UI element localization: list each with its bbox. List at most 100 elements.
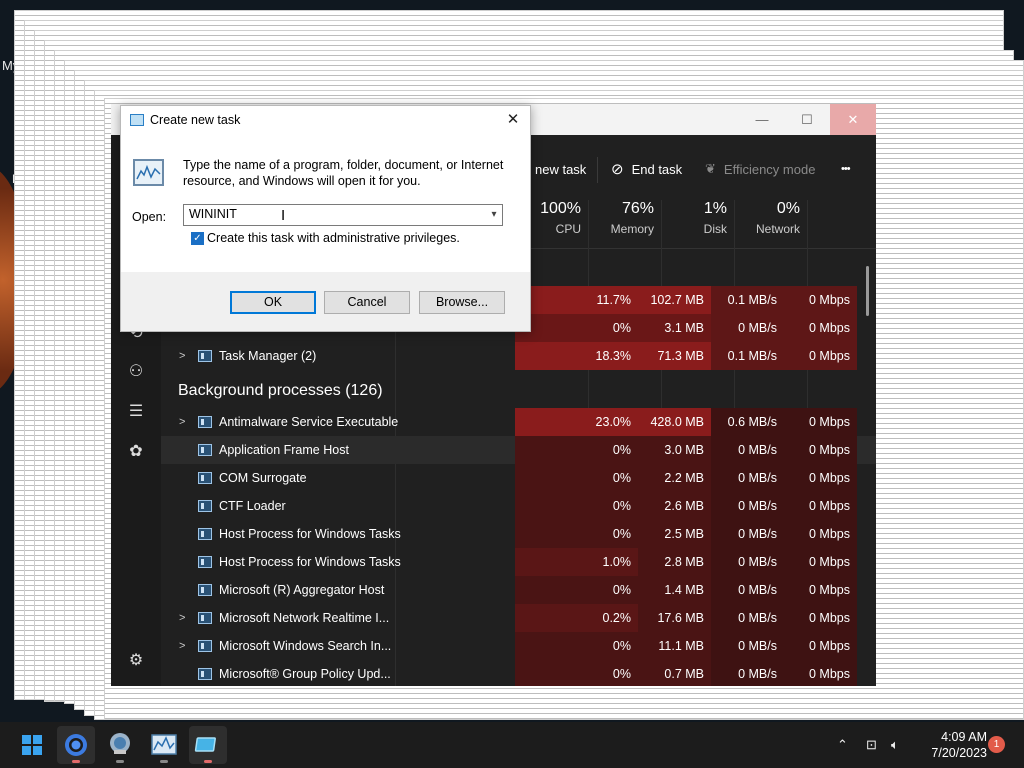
chrome-icon [65, 734, 87, 756]
chrome-taskbar-button[interactable] [57, 726, 95, 764]
process-name: Microsoft® Group Policy Upd... [219, 667, 391, 681]
disk-label: Disk [703, 222, 727, 236]
installer-taskbar-button[interactable] [101, 726, 139, 764]
process-name: Application Frame Host [219, 443, 349, 457]
dialog-titlebar[interactable]: Create new task ✕ [121, 106, 530, 135]
end-task-button[interactable]: ⊘ End task [611, 159, 682, 179]
task-manager-icon [151, 734, 177, 755]
expand-chevron-icon[interactable]: > [179, 632, 185, 660]
disk-percent: 1% [703, 200, 727, 217]
table-row[interactable]: CTF Loader 0% 2.6 MB 0 MB/s 0 Mbps [161, 492, 876, 520]
memory-cell: 71.3 MB [638, 342, 711, 370]
table-row[interactable]: Host Process for Windows Tasks 0% 2.5 MB 0 … [161, 520, 876, 548]
details-icon[interactable]: ☰ [125, 401, 147, 423]
task-manager-taskbar-button[interactable] [145, 726, 183, 764]
disk-cell: 0 MB/s [711, 576, 784, 604]
cpu-cell: 0.2% [515, 604, 638, 632]
memory-cell: 3.0 MB [638, 436, 711, 464]
cpu-cell: 0% [515, 520, 638, 548]
taskbar: ⌃ ⊡ 🔈︎ 4:09 AM 7/20/2023 1 [0, 722, 1024, 768]
network-cell: 0 Mbps [784, 548, 857, 576]
maximize-icon[interactable]: ☐ [784, 104, 830, 135]
process-icon [198, 612, 212, 624]
table-row[interactable]: > Task Manager (2) 18.3% 71.3 MB 0.1 MB/… [161, 342, 876, 370]
graph-icon [136, 164, 161, 180]
task-manager-icon [198, 350, 212, 362]
disk-cell: 0.1 MB/s [711, 342, 784, 370]
column-header-disk[interactable]: 1% Disk [661, 200, 734, 248]
disk-cell: 0 MB/s [711, 548, 784, 576]
cpu-cell: 0% [515, 464, 638, 492]
disk-cell: 0 MB/s [711, 520, 784, 548]
clock[interactable]: 4:09 AM 7/20/2023 [917, 729, 987, 761]
efficiency-mode-button[interactable]: ❦ Efficiency mode [705, 159, 815, 179]
disk-cell: 0 MB/s [711, 492, 784, 520]
network-cell: 0 Mbps [784, 464, 857, 492]
cancel-button[interactable]: Cancel [324, 291, 410, 314]
memory-label: Memory [610, 222, 654, 236]
minimize-icon[interactable]: — [739, 104, 785, 135]
process-name: CTF Loader [219, 499, 286, 513]
admin-checkbox-label[interactable]: Create this task with administrative pri… [207, 231, 460, 245]
network-cell: 0 Mbps [784, 436, 857, 464]
expand-chevron-icon[interactable]: > [179, 604, 185, 632]
process-icon [198, 556, 212, 568]
column-header-memory[interactable]: 76% Memory [588, 200, 661, 248]
dialog-body: Type the name of a program, folder, docu… [121, 135, 530, 272]
table-row[interactable]: COM Surrogate 0% 2.2 MB 0 MB/s 0 Mbps [161, 464, 876, 492]
table-row[interactable]: Microsoft (R) Aggregator Host 0% 1.4 MB 0 M… [161, 576, 876, 604]
expand-chevron-icon[interactable]: > [179, 342, 185, 370]
cpu-cell: 0% [515, 576, 638, 604]
volume-icon[interactable]: 🔈︎ [891, 722, 911, 768]
disk-cell: 0 MB/s [711, 632, 784, 660]
column-header-network[interactable]: 0% Network [734, 200, 807, 248]
installer-icon [110, 733, 130, 754]
browse-button[interactable]: Browse... [419, 291, 505, 314]
process-name: Microsoft Windows Search In... [219, 639, 392, 653]
admin-checkbox[interactable]: ✓ [191, 232, 204, 245]
scrollbar-thumb[interactable] [866, 266, 869, 316]
services-icon[interactable]: ✿ [125, 441, 147, 463]
table-row[interactable]: > Antimalware Service Executable 23.0% 428.… [161, 408, 876, 436]
settings-icon[interactable]: ⚙ [125, 650, 147, 672]
process-name: Microsoft Network Realtime I... [219, 611, 390, 625]
open-label: Open: [132, 210, 167, 224]
memory-cell: 2.6 MB [638, 492, 711, 520]
cpu-cell: 0% [515, 314, 638, 342]
table-row[interactable]: Application Frame Host 0% 3.0 MB 0 MB/s 0 Mb… [161, 436, 876, 464]
run-new-task-button[interactable]: new task [535, 159, 586, 179]
disk-cell: 0 MB/s [711, 436, 784, 464]
notification-badge[interactable]: 1 [988, 736, 1005, 753]
network-label: Network [755, 222, 800, 236]
disk-cell: 0 MB/s [711, 314, 784, 342]
users-icon[interactable]: ⚇ [125, 361, 147, 383]
ok-button[interactable]: OK [230, 291, 316, 314]
end-task-label: End task [631, 161, 683, 177]
network-icon[interactable]: ⊡ [866, 722, 886, 768]
show-hidden-icons-chevron-icon[interactable]: ⌃ [837, 722, 853, 768]
close-icon[interactable]: ✕ [830, 104, 876, 135]
process-icon [198, 584, 212, 596]
table-row[interactable]: Microsoft® Group Policy Upd... 0% 0.7 MB 0 … [161, 660, 876, 686]
start-button[interactable] [13, 726, 51, 764]
running-indicator [116, 760, 124, 763]
network-cell: 0 Mbps [784, 314, 857, 342]
expand-chevron-icon[interactable]: > [179, 408, 185, 436]
table-row[interactable]: Host Process for Windows Tasks 1.0% 2.8 MB… [161, 548, 876, 576]
table-row[interactable]: > Microsoft Windows Search In... 0% 11.1 MB… [161, 632, 876, 660]
network-cell: 0 Mbps [784, 408, 857, 436]
running-indicator [72, 760, 80, 763]
open-input[interactable]: WININIT [183, 204, 503, 226]
chevron-down-icon[interactable]: ▾ [486, 205, 502, 225]
process-icon [198, 472, 212, 484]
process-icon [198, 500, 212, 512]
disk-cell: 0.6 MB/s [711, 408, 784, 436]
running-indicator [160, 760, 168, 763]
cpu-cell: 0% [515, 492, 638, 520]
table-row[interactable]: > Microsoft Network Realtime I... 0.2% 17.6… [161, 604, 876, 632]
close-icon[interactable]: ✕ [502, 110, 524, 130]
disk-cell: 0 MB/s [711, 464, 784, 492]
run-taskbar-button[interactable] [189, 726, 227, 764]
more-options-button[interactable]: ••• [841, 159, 851, 179]
process-name: Antimalware Service Executable [219, 415, 399, 429]
